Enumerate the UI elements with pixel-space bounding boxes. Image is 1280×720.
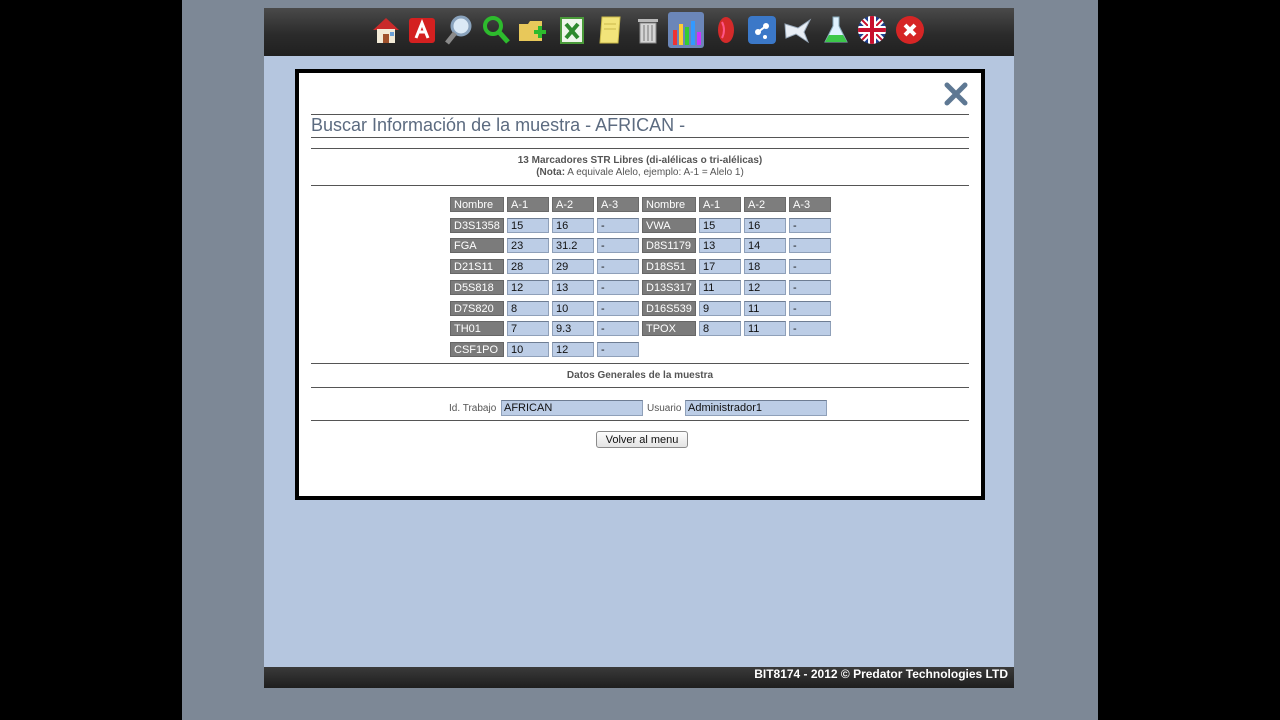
allele-field[interactable]: 15 bbox=[699, 218, 741, 233]
column-header: A-3 bbox=[789, 197, 831, 212]
search-magnifier-icon[interactable] bbox=[444, 14, 476, 46]
column-header: A-2 bbox=[744, 197, 786, 212]
allele-field[interactable]: 29 bbox=[552, 259, 594, 274]
marker-name: TH01 bbox=[450, 321, 504, 336]
allele-field[interactable]: - bbox=[789, 218, 831, 233]
allele-field[interactable]: 11 bbox=[744, 301, 786, 316]
spreadsheet-icon[interactable] bbox=[556, 14, 588, 46]
uk-flag-icon[interactable] bbox=[856, 14, 888, 46]
id-trabajo-field[interactable] bbox=[501, 400, 643, 416]
allele-field[interactable]: 8 bbox=[699, 321, 741, 336]
allele-field[interactable]: 13 bbox=[552, 280, 594, 295]
allele-field[interactable]: - bbox=[789, 238, 831, 253]
note-body: A equivale Alelo, ejemplo: A-1 = Alelo 1… bbox=[565, 167, 744, 178]
id-trabajo-label: Id. Trabajo bbox=[449, 403, 497, 414]
allele-field[interactable]: 10 bbox=[552, 301, 594, 316]
allele-field[interactable]: - bbox=[789, 301, 831, 316]
allele-field[interactable]: - bbox=[597, 238, 639, 253]
folder-add-icon[interactable] bbox=[516, 14, 548, 46]
allele-field[interactable]: 9.3 bbox=[552, 321, 594, 336]
acrobat-icon[interactable] bbox=[406, 14, 438, 46]
allele-field[interactable]: - bbox=[597, 321, 639, 336]
pill-icon[interactable] bbox=[710, 14, 742, 46]
note-text: (Nota: A equivale Alelo, ejemplo: A-1 = … bbox=[311, 167, 969, 178]
allele-field[interactable]: 12 bbox=[744, 280, 786, 295]
column-header: A-1 bbox=[699, 197, 741, 212]
allele-field[interactable]: 23 bbox=[507, 238, 549, 253]
column-header: A-3 bbox=[597, 197, 639, 212]
marker-name: D3S1358 bbox=[450, 218, 504, 233]
column-header: A-1 bbox=[507, 197, 549, 212]
copyright-text: BIT8174 - 2012 © Predator Technologies L… bbox=[754, 667, 1008, 681]
marker-name: CSF1PO bbox=[450, 342, 504, 357]
divider bbox=[311, 148, 969, 149]
allele-field[interactable]: 14 bbox=[744, 238, 786, 253]
close-x-icon[interactable] bbox=[894, 14, 926, 46]
toolbar bbox=[264, 8, 1014, 56]
marker-name: FGA bbox=[450, 238, 504, 253]
allele-field[interactable]: 31.2 bbox=[552, 238, 594, 253]
marker-name: D18S51 bbox=[642, 259, 696, 274]
allele-field[interactable]: 18 bbox=[744, 259, 786, 274]
allele-field[interactable]: 28 bbox=[507, 259, 549, 274]
usuario-label: Usuario bbox=[647, 403, 682, 414]
allele-field[interactable]: - bbox=[789, 321, 831, 336]
trash-icon[interactable] bbox=[632, 14, 664, 46]
column-header: Nombre bbox=[450, 197, 504, 212]
marker-name: TPOX bbox=[642, 321, 696, 336]
close-icon bbox=[944, 82, 968, 106]
divider bbox=[311, 137, 969, 138]
allele-field[interactable]: - bbox=[789, 280, 831, 295]
allele-field[interactable]: - bbox=[597, 259, 639, 274]
general-data-heading: Datos Generales de la muestra bbox=[566, 370, 714, 381]
marker-name: D16S539 bbox=[642, 301, 696, 316]
marker-name: VWA bbox=[642, 218, 696, 233]
marker-name: D13S317 bbox=[642, 280, 696, 295]
flask-icon[interactable] bbox=[820, 14, 852, 46]
allele-field[interactable]: 13 bbox=[699, 238, 741, 253]
allele-field[interactable]: 7 bbox=[507, 321, 549, 336]
dna-dropper-icon[interactable] bbox=[746, 14, 778, 46]
marker-name: D7S820 bbox=[450, 301, 504, 316]
markers-heading: 13 Marcadores STR Libres (di-alélicas o … bbox=[517, 155, 763, 166]
allele-field[interactable]: 15 bbox=[507, 218, 549, 233]
bird-icon[interactable] bbox=[782, 14, 814, 46]
allele-field[interactable]: 10 bbox=[507, 342, 549, 357]
allele-field[interactable]: 8 bbox=[507, 301, 549, 316]
footer: BIT8174 - 2012 © Predator Technologies L… bbox=[264, 667, 1014, 688]
allele-field[interactable]: - bbox=[597, 301, 639, 316]
divider bbox=[311, 420, 969, 421]
divider bbox=[311, 185, 969, 186]
divider bbox=[311, 387, 969, 388]
allele-field[interactable]: 12 bbox=[507, 280, 549, 295]
allele-field[interactable]: 12 bbox=[552, 342, 594, 357]
home-icon[interactable] bbox=[370, 14, 402, 46]
allele-field[interactable]: 16 bbox=[552, 218, 594, 233]
green-magnifier-icon[interactable] bbox=[480, 14, 512, 46]
column-header: Nombre bbox=[642, 197, 696, 212]
page-title: Buscar Información de la muestra - AFRIC… bbox=[311, 115, 686, 135]
allele-field[interactable]: - bbox=[789, 259, 831, 274]
statistics-chart-icon[interactable] bbox=[668, 12, 704, 48]
allele-field[interactable]: - bbox=[597, 342, 639, 357]
close-dialog-button[interactable] bbox=[943, 81, 969, 107]
allele-field[interactable]: 9 bbox=[699, 301, 741, 316]
allele-field[interactable]: 11 bbox=[699, 280, 741, 295]
sample-info-dialog: Buscar Información de la muestra - AFRIC… bbox=[295, 69, 985, 500]
allele-field[interactable]: 11 bbox=[744, 321, 786, 336]
note-label: (Nota: bbox=[536, 167, 566, 178]
column-header: A-2 bbox=[552, 197, 594, 212]
marker-name: D5S818 bbox=[450, 280, 504, 295]
marker-name: D21S11 bbox=[450, 259, 504, 274]
allele-field[interactable]: 17 bbox=[699, 259, 741, 274]
usuario-field[interactable] bbox=[685, 400, 827, 416]
allele-field[interactable]: - bbox=[597, 218, 639, 233]
marker-name: D8S1179 bbox=[642, 238, 696, 253]
allele-field[interactable]: 16 bbox=[744, 218, 786, 233]
note-icon[interactable] bbox=[594, 14, 626, 46]
divider bbox=[311, 363, 969, 364]
back-to-menu-button[interactable]: Volver al menu bbox=[596, 431, 688, 448]
allele-field[interactable]: - bbox=[597, 280, 639, 295]
